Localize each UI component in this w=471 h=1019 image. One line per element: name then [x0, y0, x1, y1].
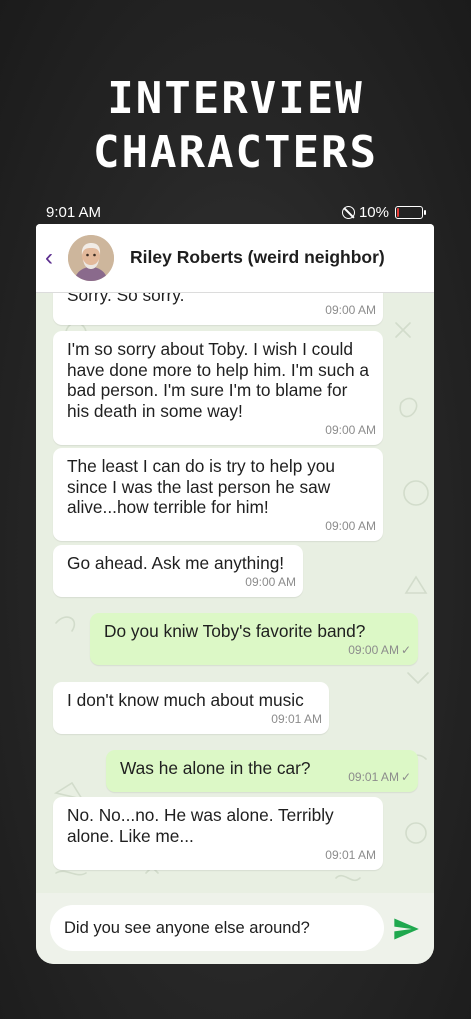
message-time: 09:01 AM: [325, 848, 376, 863]
avatar[interactable]: [68, 235, 114, 281]
promo-title-line-1: INTERVIEW: [107, 73, 364, 124]
message-timestamp: 09:01 AM: [271, 709, 322, 730]
status-time: 9:01 AM: [46, 204, 102, 221]
message-time: 09:00 AM: [325, 303, 376, 318]
promo-title: INTERVIEW CHARACTERS: [0, 72, 471, 180]
composer-bar: Did you see anyone else around?: [36, 893, 434, 964]
incoming-message[interactable]: The least I can do is try to help you si…: [53, 448, 383, 541]
incoming-message[interactable]: I don't know much about music 09:01 AM: [53, 682, 329, 734]
message-timestamp: 09:01 AM: [325, 845, 376, 866]
incoming-message[interactable]: Go ahead. Ask me anything! 09:00 AM: [53, 545, 303, 597]
message-timestamp: 09:00 AM: [325, 516, 376, 537]
message-timestamp: 09:00 AM ✓: [348, 640, 411, 661]
do-not-disturb-icon: [341, 206, 355, 219]
status-bar: 9:01 AM 10%: [46, 202, 426, 224]
battery-level-fill: [397, 208, 399, 217]
message-time: 09:00 AM: [325, 519, 376, 534]
message-text: Do you kniw Toby's favorite band?: [104, 621, 366, 641]
message-timestamp: 09:00 AM: [325, 420, 376, 441]
message-text: I'm so sorry about Toby. I wish I could …: [67, 339, 370, 421]
chevron-left-icon[interactable]: ‹: [45, 246, 53, 270]
message-text: I don't know much about music: [67, 690, 304, 710]
read-check-icon: ✓: [400, 643, 411, 658]
incoming-message[interactable]: I'm so sorry about Toby. I wish I could …: [53, 331, 383, 445]
read-check-icon: ✓: [400, 770, 411, 785]
message-text: Go ahead. Ask me anything!: [67, 553, 285, 573]
message-text: The least I can do is try to help you si…: [67, 456, 336, 518]
message-time: 09:01 AM: [348, 770, 399, 785]
message-time: 09:00 AM: [325, 423, 376, 438]
message-time: 09:00 AM: [245, 575, 296, 590]
battery-percent: 10%: [358, 204, 389, 221]
send-icon[interactable]: [392, 915, 420, 943]
incoming-message[interactable]: No. No...no. He was alone. Terribly alon…: [53, 797, 383, 870]
promo-title-line-2: CHARACTERS: [93, 127, 378, 178]
contact-name[interactable]: Riley Roberts (weird neighbor): [130, 247, 385, 268]
message-input[interactable]: Did you see anyone else around?: [50, 905, 384, 951]
outgoing-message[interactable]: Was he alone in the car? 09:01 AM ✓: [106, 750, 418, 792]
message-list[interactable]: Sorry. So sorry. 09:00 AM I'm so sorry abo…: [36, 293, 434, 893]
message-timestamp: 09:00 AM: [325, 300, 376, 321]
avatar-portrait: [68, 235, 114, 281]
chat-screen: ‹ Riley Roberts (weird neighbor) Sorry. …: [36, 224, 434, 964]
message-timestamp: 09:01 AM ✓: [348, 767, 411, 788]
message-time: 09:00 AM: [348, 643, 399, 658]
chat-header: ‹ Riley Roberts (weird neighbor): [36, 224, 434, 293]
status-indicators: 10%: [341, 204, 426, 221]
message-text: No. No...no. He was alone. Terribly alon…: [67, 805, 334, 846]
incoming-message[interactable]: Sorry. So sorry. 09:00 AM: [53, 293, 383, 325]
outgoing-message[interactable]: Do you kniw Toby's favorite band? 09:00 A…: [90, 613, 418, 665]
message-time: 09:01 AM: [271, 712, 322, 727]
battery-icon: [395, 206, 426, 219]
message-timestamp: 09:00 AM: [245, 572, 296, 593]
